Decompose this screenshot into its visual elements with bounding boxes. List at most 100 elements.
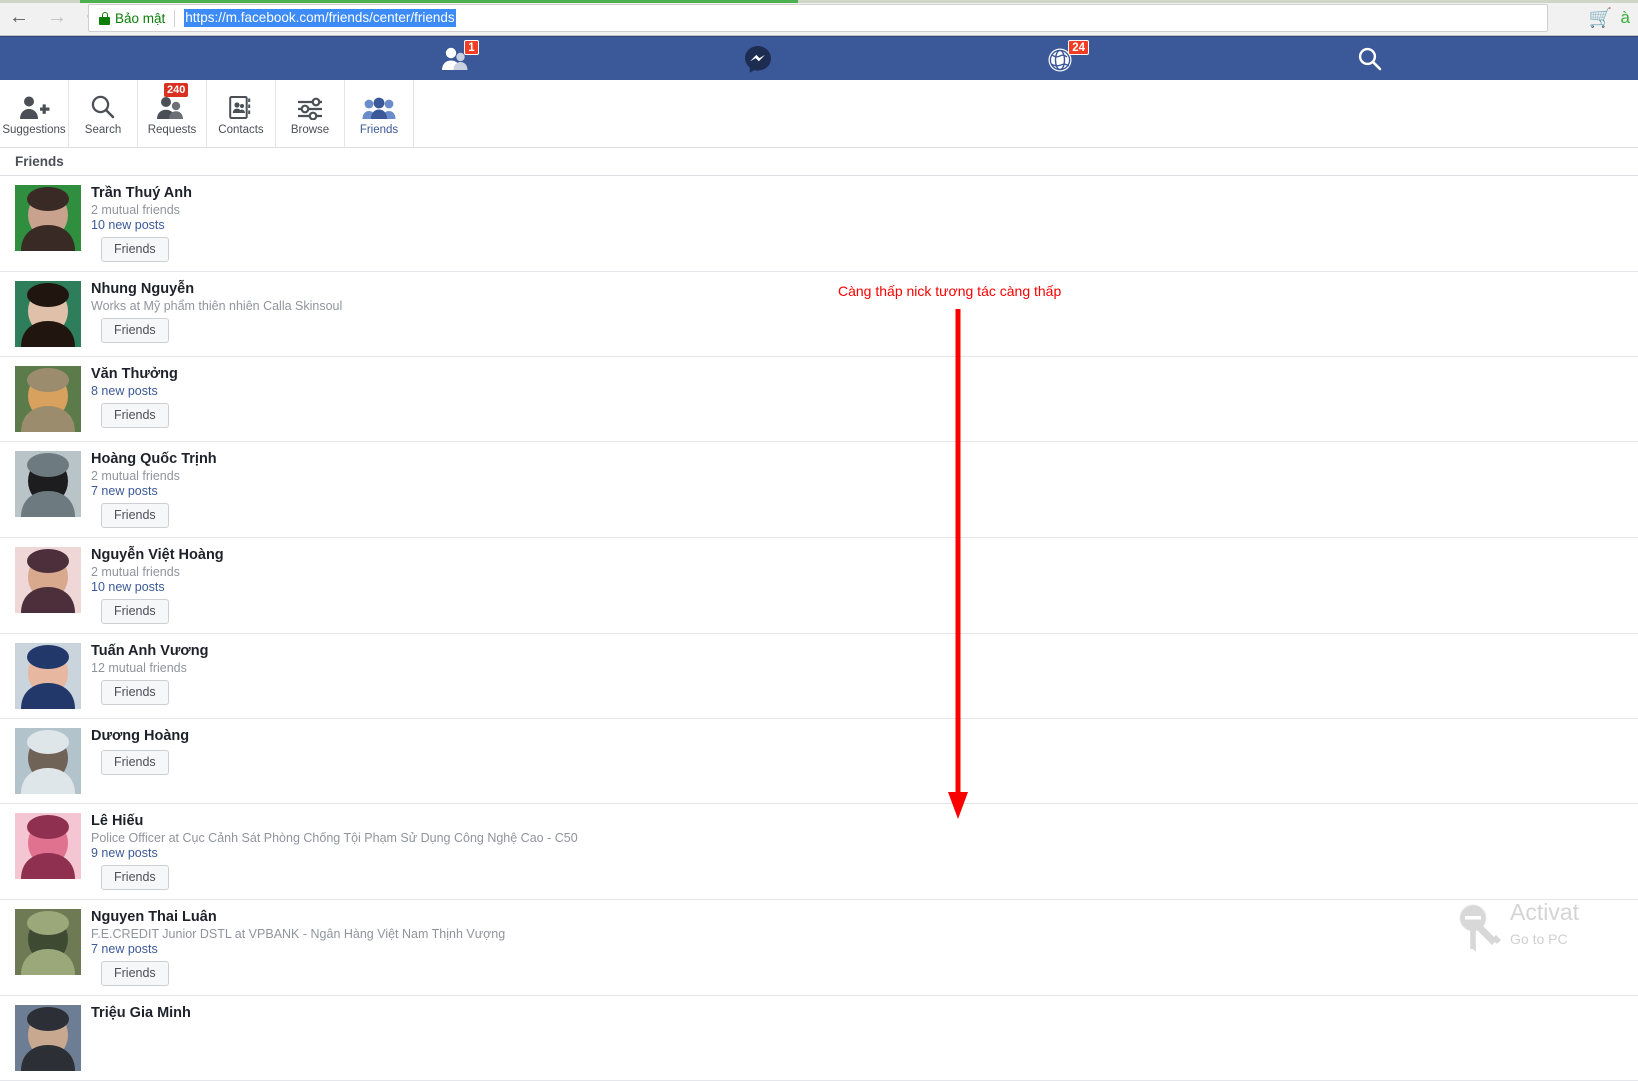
avatar[interactable] (15, 1005, 81, 1071)
tab-friends[interactable]: Friends (345, 80, 414, 148)
friend-subtitle: F.E.CREDIT Junior DSTL at VPBANK - Ngân … (91, 927, 505, 942)
address-book-icon (228, 94, 254, 120)
search-icon (1357, 46, 1383, 72)
friends-status-button[interactable]: Friends (101, 750, 169, 775)
avatar[interactable] (15, 451, 81, 517)
shopping-cart-icon[interactable]: 🛒 (1589, 9, 1613, 28)
friend-name[interactable]: Triệu Gia Minh (91, 1005, 191, 1022)
messenger-icon (743, 44, 773, 74)
tab-browse[interactable]: Browse (276, 80, 345, 148)
avatar[interactable] (15, 643, 81, 709)
person-add-icon (18, 94, 50, 120)
friends-status-button[interactable]: Friends (101, 599, 169, 624)
facebook-top-navigation-bar: 1 24 (0, 36, 1638, 80)
nav-messages[interactable] (700, 37, 820, 81)
address-bar[interactable]: Bảo mật https://m.facebook.com/friends/c… (88, 4, 1548, 32)
new-posts-link[interactable]: 7 new posts (91, 942, 158, 957)
omnibox-divider (174, 10, 175, 27)
friends-status-button[interactable]: Friends (101, 403, 169, 428)
new-posts-link[interactable]: 10 new posts (91, 218, 165, 233)
friend-info: Nguyen Thai LuânF.E.CREDIT Junior DSTL a… (91, 909, 505, 986)
tab-requests[interactable]: 240 Requests (138, 80, 207, 148)
tab-label: Search (85, 124, 121, 136)
avatar[interactable] (15, 547, 81, 613)
friend-requests-badge: 1 (464, 40, 479, 55)
friends-center-tabbar: Suggestions Search 240 Requests (0, 80, 1638, 148)
friend-subtitle: 2 mutual friends (91, 565, 180, 580)
friend-name[interactable]: Văn Thưởng (91, 366, 178, 383)
friend-row[interactable]: Trần Thuý Anh2 mutual friends10 new post… (0, 176, 1638, 272)
browser-toolbar-right: 🛒 à (1589, 0, 1630, 36)
friend-name[interactable]: Lê Hiếu (91, 813, 143, 830)
new-posts-link[interactable]: 10 new posts (91, 580, 165, 595)
tab-suggestions[interactable]: Suggestions (0, 80, 69, 148)
friend-info: Văn Thưởng8 new posts Friends (91, 366, 178, 432)
people-icon (362, 96, 396, 120)
tab-label: Browse (291, 124, 329, 136)
avatar[interactable] (15, 728, 81, 794)
friend-row[interactable]: Hoàng Quốc Trịnh2 mutual friends7 new po… (0, 442, 1638, 538)
section-header: Friends (0, 148, 1638, 176)
friends-status-button[interactable]: Friends (101, 503, 169, 528)
friend-name[interactable]: Nhung Nguyễn (91, 281, 194, 298)
friend-name[interactable]: Tuấn Anh Vương (91, 643, 208, 660)
friend-info: Tuấn Anh Vương12 mutual friendsFriends (91, 643, 208, 709)
friend-info: Nguyễn Việt Hoàng2 mutual friends10 new … (91, 547, 224, 624)
friend-info: Dương Hoàng Friends (91, 728, 189, 794)
browser-toolbar: ← → ⟳ Bảo mật https://m.facebook.com/fri… (0, 0, 1638, 36)
nav-search[interactable] (1310, 37, 1430, 81)
secure-label: Bảo mật (115, 11, 165, 26)
profile-letter[interactable]: à (1621, 8, 1630, 28)
friend-subtitle: Works at Mỹ phẩm thiên nhiên Calla Skins… (91, 299, 342, 314)
friends-status-button[interactable]: Friends (101, 865, 169, 890)
friend-row[interactable]: Nhung NguyễnWorks at Mỹ phẩm thiên nhiên… (0, 272, 1638, 357)
friends-status-button[interactable]: Friends (101, 680, 169, 705)
nav-friend-requests[interactable]: 1 (396, 37, 516, 81)
friend-subtitle: Police Officer at Cục Cảnh Sát Phòng Chố… (91, 831, 578, 846)
avatar[interactable] (15, 185, 81, 251)
friend-name[interactable]: Hoàng Quốc Trịnh (91, 451, 217, 468)
friend-info: Triệu Gia Minh (91, 1005, 191, 1071)
tab-label: Friends (360, 124, 398, 136)
friend-list: Trần Thuý Anh2 mutual friends10 new post… (0, 176, 1638, 1081)
new-posts-link[interactable]: 8 new posts (91, 384, 158, 399)
friend-info: Hoàng Quốc Trịnh2 mutual friends7 new po… (91, 451, 217, 528)
new-posts-link[interactable]: 7 new posts (91, 484, 158, 499)
new-posts-link[interactable]: 9 new posts (91, 846, 158, 861)
avatar[interactable] (15, 909, 81, 975)
friend-row[interactable]: Lê HiếuPolice Officer at Cục Cảnh Sát Ph… (0, 804, 1638, 900)
url-text[interactable]: https://m.facebook.com/friends/center/fr… (184, 9, 455, 27)
friends-status-button[interactable]: Friends (101, 237, 169, 262)
friends-status-button[interactable]: Friends (101, 318, 169, 343)
friend-info: Lê HiếuPolice Officer at Cục Cảnh Sát Ph… (91, 813, 578, 890)
tab-label: Suggestions (2, 124, 65, 136)
avatar[interactable] (15, 366, 81, 432)
tab-search[interactable]: Search (69, 80, 138, 148)
friend-row[interactable]: Triệu Gia Minh (0, 996, 1638, 1081)
avatar[interactable] (15, 813, 81, 879)
forward-arrow-icon[interactable]: → (38, 0, 76, 36)
tab-label: Requests (148, 124, 197, 136)
friend-name[interactable]: Dương Hoàng (91, 728, 189, 745)
page-title: Friends (15, 154, 64, 169)
notifications-badge: 24 (1068, 40, 1089, 55)
friend-name[interactable]: Nguyễn Việt Hoàng (91, 547, 224, 564)
friend-name[interactable]: Trần Thuý Anh (91, 185, 192, 202)
friend-name[interactable]: Nguyen Thai Luân (91, 909, 217, 926)
friend-row[interactable]: Tuấn Anh Vương12 mutual friendsFriends (0, 634, 1638, 719)
friend-info: Nhung NguyễnWorks at Mỹ phẩm thiên nhiên… (91, 281, 342, 347)
back-arrow-icon[interactable]: ← (0, 0, 38, 36)
friend-row[interactable]: Nguyen Thai LuânF.E.CREDIT Junior DSTL a… (0, 900, 1638, 996)
friend-row[interactable]: Dương Hoàng Friends (0, 719, 1638, 804)
nav-notifications[interactable]: 24 (1002, 37, 1122, 81)
friend-row[interactable]: Văn Thưởng8 new posts Friends (0, 357, 1638, 442)
friend-row[interactable]: Nguyễn Việt Hoàng2 mutual friends10 new … (0, 538, 1638, 634)
tab-label: Contacts (218, 124, 263, 136)
friend-requests-icon (155, 94, 189, 120)
tab-contacts[interactable]: Contacts (207, 80, 276, 148)
sliders-icon (296, 96, 324, 120)
search-icon (90, 94, 116, 120)
avatar[interactable] (15, 281, 81, 347)
requests-badge: 240 (164, 83, 188, 97)
friends-status-button[interactable]: Friends (101, 961, 169, 986)
